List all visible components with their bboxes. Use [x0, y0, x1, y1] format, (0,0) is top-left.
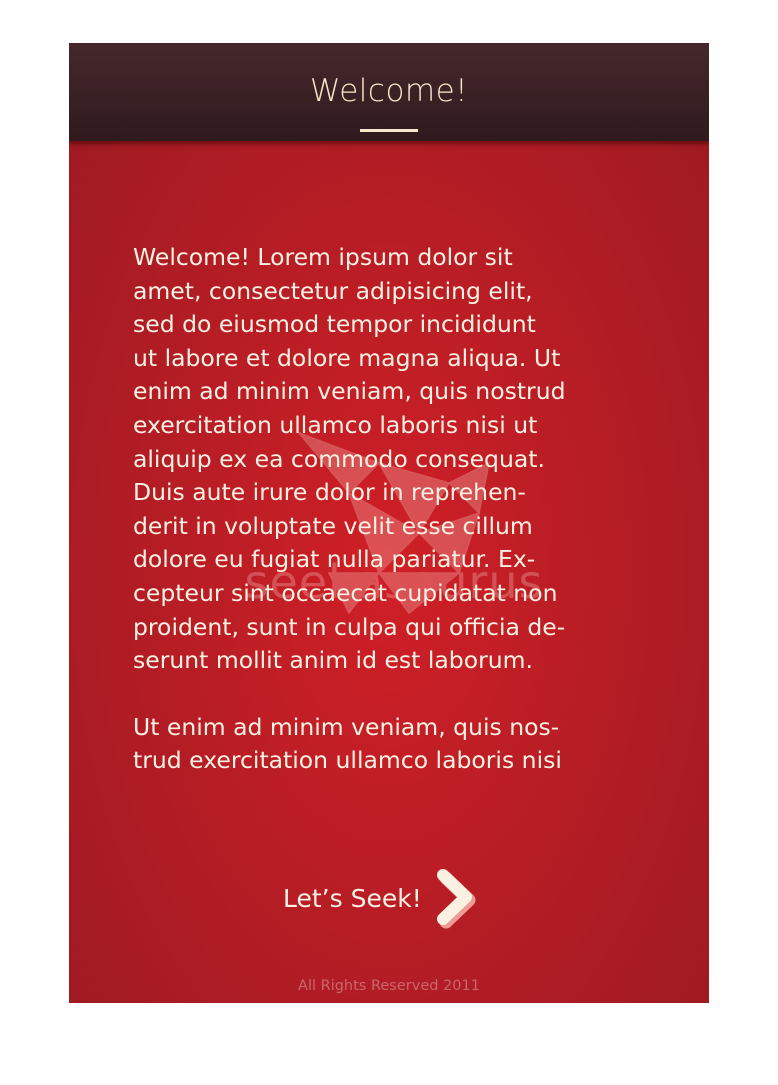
page-title: Welcome! [309, 73, 469, 109]
welcome-body: Welcome! Lorem ipsum dolor sit amet, con… [133, 241, 653, 778]
body-paragraph: Welcome! Lorem ipsum dolor sit amet, con… [133, 243, 566, 675]
body-paragraph: Ut enim ad minim veniam, quis nos- trud … [133, 712, 562, 775]
chevron-right-icon [436, 869, 476, 929]
header-bar: Welcome! [69, 43, 709, 141]
app-screen: Welcome! seekasaurus Welcome! Lorem ipsu… [69, 43, 709, 1003]
copyright-footer: All Rights Reserved 2011 [298, 978, 480, 994]
title-underline [360, 129, 418, 132]
lets-seek-button[interactable]: Let’s Seek! [283, 865, 480, 931]
lets-seek-label: Let’s Seek! [283, 883, 422, 913]
